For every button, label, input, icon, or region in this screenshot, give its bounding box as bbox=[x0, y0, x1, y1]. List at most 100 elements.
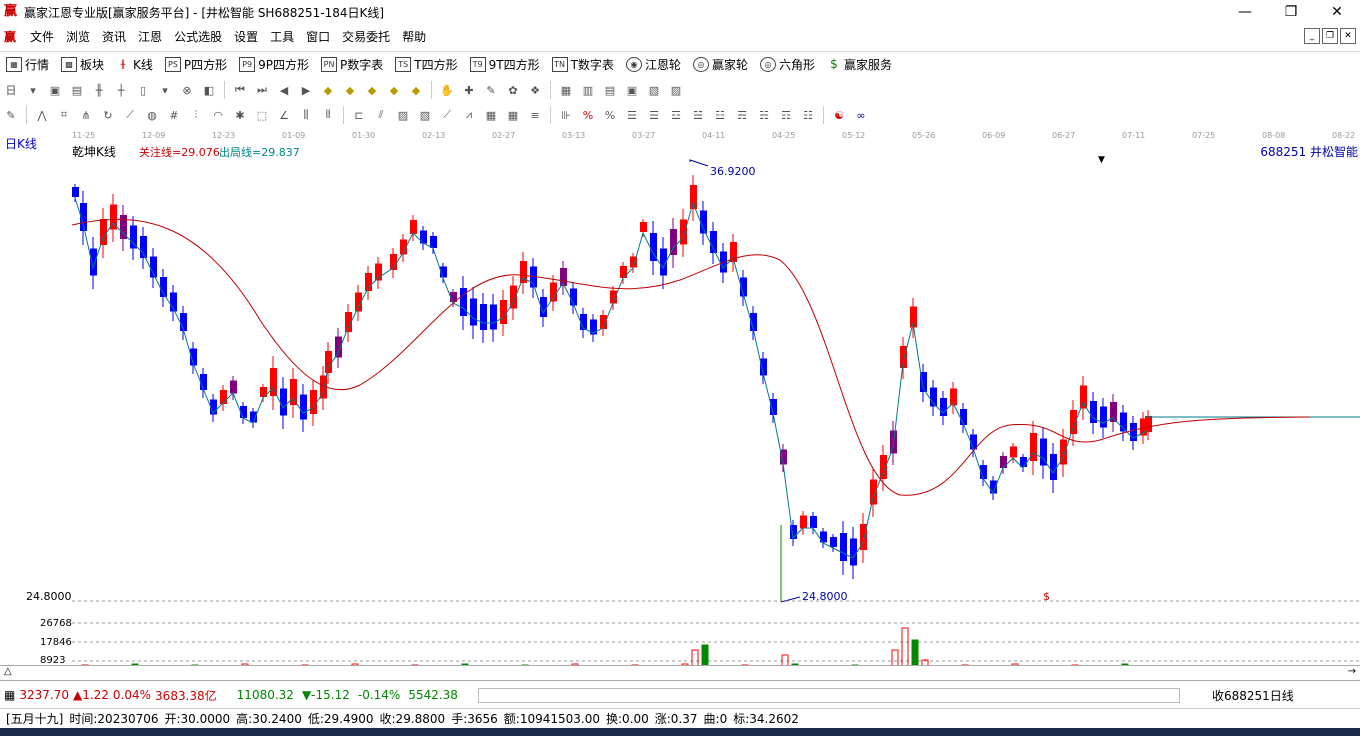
hatch2-tool-icon[interactable]: ▧ bbox=[417, 107, 433, 123]
grid-tool-icon[interactable]: ▦ bbox=[505, 107, 521, 123]
percent-icon[interactable]: % bbox=[602, 107, 618, 123]
menu-formula[interactable]: 公式选股 bbox=[168, 28, 228, 45]
diamond2-icon[interactable]: ◆ bbox=[342, 82, 358, 98]
toolbar-p-square-button[interactable]: PS P四方形 bbox=[159, 56, 233, 73]
line-tool-icon[interactable]: ⊏ bbox=[351, 107, 367, 123]
toolbar-gann-wheel-button[interactable]: ◉ 江恩轮 bbox=[620, 56, 687, 73]
gann-star-icon[interactable]: ✱ bbox=[232, 107, 248, 123]
draw-icon[interactable]: ✎ bbox=[483, 82, 499, 98]
toolbar-sector-button[interactable]: ▩ 板块 bbox=[55, 56, 110, 73]
zoom-icon[interactable]: ⊗ bbox=[179, 82, 195, 98]
menu-help[interactable]: 帮助 bbox=[396, 28, 432, 45]
toolbar-9p-square-button[interactable]: P9 9P四方形 bbox=[233, 56, 315, 73]
level3-icon[interactable]: ☲ bbox=[668, 107, 684, 123]
ruler-icon[interactable]: ⊪ bbox=[558, 107, 574, 123]
chart-type-icon[interactable]: ╫ bbox=[91, 82, 107, 98]
chart-type2-icon[interactable]: ┼ bbox=[113, 82, 129, 98]
level1-icon[interactable]: ☰ bbox=[624, 107, 640, 123]
fib-tool-icon[interactable]: ≡ bbox=[527, 107, 543, 123]
menu-gann[interactable]: 江恩 bbox=[132, 28, 168, 45]
next-icon[interactable]: ▶ bbox=[298, 82, 314, 98]
gann-box-icon[interactable]: ⌗ bbox=[56, 107, 72, 123]
export-icon[interactable]: ▨ bbox=[668, 82, 684, 98]
menu-file[interactable]: 文件 bbox=[24, 28, 60, 45]
zigzag-tool-icon[interactable]: ⩘ bbox=[461, 107, 477, 123]
gann-hash-icon[interactable]: # bbox=[166, 107, 182, 123]
toolbar-t-table-button[interactable]: TN T数字表 bbox=[546, 56, 620, 73]
status-scrollbar[interactable] bbox=[478, 688, 1180, 703]
chart-scrollbar[interactable]: △ → bbox=[0, 665, 1360, 681]
hand-icon[interactable]: ✋ bbox=[439, 82, 455, 98]
channel-tool-icon[interactable]: ⫽ bbox=[373, 107, 389, 123]
scroll-up-icon[interactable]: △ bbox=[4, 666, 12, 677]
toolbar-9t-square-button[interactable]: T9 9T四方形 bbox=[464, 56, 546, 73]
toolbar-quotes-button[interactable]: ▦ 行情 bbox=[0, 56, 55, 73]
toolbar-service-button[interactable]: $ 赢家服务 bbox=[821, 56, 898, 73]
prev-icon[interactable]: ◀ bbox=[276, 82, 292, 98]
layer-icon[interactable]: ❖ bbox=[527, 82, 543, 98]
pen-icon[interactable]: ✎ bbox=[3, 107, 19, 123]
gann-angle-icon[interactable]: ∠ bbox=[276, 107, 292, 123]
menu-browse[interactable]: 浏览 bbox=[60, 28, 96, 45]
calc-icon[interactable]: ▥ bbox=[580, 82, 596, 98]
level8-icon[interactable]: ☶ bbox=[778, 107, 794, 123]
minimize-button[interactable]: — bbox=[1222, 0, 1268, 24]
toolbar-winner-wheel-button[interactable]: ◎ 赢家轮 bbox=[687, 56, 754, 73]
diamond1-icon[interactable]: ◆ bbox=[320, 82, 336, 98]
toolbar-p-table-button[interactable]: PN P数字表 bbox=[315, 56, 389, 73]
gann-fan-icon[interactable]: ⋀ bbox=[34, 107, 50, 123]
dropdown-icon[interactable]: ▾ bbox=[25, 82, 41, 98]
level4-icon[interactable]: ☱ bbox=[690, 107, 706, 123]
gann-grid-icon[interactable]: ⋔ bbox=[78, 107, 94, 123]
doc-icon[interactable]: ▤ bbox=[69, 82, 85, 98]
percent-slash-icon[interactable]: % bbox=[580, 107, 596, 123]
first-icon[interactable]: ⏮ bbox=[232, 82, 248, 98]
yinyang-icon[interactable]: ☯ bbox=[831, 107, 847, 123]
palette-icon[interactable]: ✿ bbox=[505, 82, 521, 98]
menu-tools[interactable]: 工具 bbox=[264, 28, 300, 45]
last-icon[interactable]: ⏭ bbox=[254, 82, 270, 98]
save-icon[interactable]: ▣ bbox=[624, 82, 640, 98]
level9-icon[interactable]: ☷ bbox=[800, 107, 816, 123]
kline-chart[interactable]: 36.920024.8000 $▼ bbox=[0, 150, 1360, 685]
table-tool-icon[interactable]: ▦ bbox=[483, 107, 499, 123]
overlay-icon[interactable]: ◧ bbox=[201, 82, 217, 98]
toolbar-kline-button[interactable]: ╫ K线 bbox=[110, 56, 159, 73]
level6-icon[interactable]: ☴ bbox=[734, 107, 750, 123]
gann-circle-icon[interactable]: ◍ bbox=[144, 107, 160, 123]
diamond3-icon[interactable]: ◆ bbox=[364, 82, 380, 98]
period-icon[interactable]: 日 bbox=[3, 82, 19, 98]
diamond5-icon[interactable]: ◆ bbox=[408, 82, 424, 98]
maximize-button[interactable]: ❐ bbox=[1268, 0, 1314, 24]
toolbar-t-square-button[interactable]: TS T四方形 bbox=[389, 56, 463, 73]
toolbar-hexagon-button[interactable]: ◎ 六角形 bbox=[754, 56, 821, 73]
calendar-icon[interactable]: ▦ bbox=[558, 82, 574, 98]
level2-icon[interactable]: ☰ bbox=[646, 107, 662, 123]
gann-split-icon[interactable]: ⫶ bbox=[188, 107, 204, 123]
menu-trade[interactable]: 交易委托 bbox=[336, 28, 396, 45]
gann-arc-icon[interactable]: ◠ bbox=[210, 107, 226, 123]
level7-icon[interactable]: ☵ bbox=[756, 107, 772, 123]
diamond4-icon[interactable]: ◆ bbox=[386, 82, 402, 98]
gann-bars-icon[interactable]: ⦀ bbox=[320, 107, 336, 123]
gann-line-icon[interactable]: ⟋ bbox=[122, 107, 138, 123]
hatch-tool-icon[interactable]: ▨ bbox=[395, 107, 411, 123]
mdi-close-button[interactable]: ✕ bbox=[1340, 28, 1356, 44]
close-button[interactable]: ✕ bbox=[1314, 0, 1360, 24]
print-icon[interactable]: ▧ bbox=[646, 82, 662, 98]
menu-info[interactable]: 资讯 bbox=[96, 28, 132, 45]
gann-time-icon[interactable]: ⫼ bbox=[298, 107, 314, 123]
infinity-icon[interactable]: ∞ bbox=[853, 107, 869, 123]
dropdown2-icon[interactable]: ▾ bbox=[157, 82, 173, 98]
scroll-right-icon[interactable]: → bbox=[1348, 666, 1356, 677]
screen-icon[interactable]: ▣ bbox=[47, 82, 63, 98]
list-icon[interactable]: ▤ bbox=[602, 82, 618, 98]
mdi-restore-button[interactable]: ❐ bbox=[1322, 28, 1338, 44]
ray-tool-icon[interactable]: ⟋ bbox=[439, 107, 455, 123]
menu-settings[interactable]: 设置 bbox=[228, 28, 264, 45]
gann-square-icon[interactable]: ⬚ bbox=[254, 107, 270, 123]
chart-type3-icon[interactable]: ▯ bbox=[135, 82, 151, 98]
quote-list-icon[interactable]: ▦ bbox=[4, 688, 15, 702]
gann-cycle-icon[interactable]: ↻ bbox=[100, 107, 116, 123]
menu-window[interactable]: 窗口 bbox=[300, 28, 336, 45]
